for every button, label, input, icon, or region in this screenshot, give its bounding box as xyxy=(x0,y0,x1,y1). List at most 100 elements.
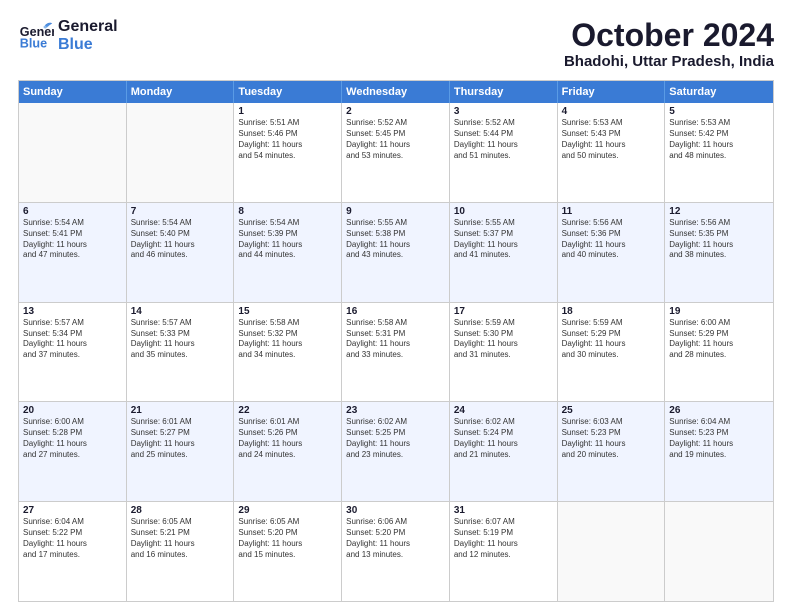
cell-info-line: and 19 minutes. xyxy=(669,450,769,461)
cal-cell: 2Sunrise: 5:52 AMSunset: 5:45 PMDaylight… xyxy=(342,103,450,202)
day-number: 14 xyxy=(131,306,230,317)
day-number: 12 xyxy=(669,206,769,217)
day-number: 5 xyxy=(669,106,769,117)
cal-header-cell-wednesday: Wednesday xyxy=(342,81,450,103)
cal-row: 1Sunrise: 5:51 AMSunset: 5:46 PMDaylight… xyxy=(19,103,773,203)
cell-info-line: Sunrise: 6:00 AM xyxy=(669,318,769,329)
cell-info-line: Sunset: 5:28 PM xyxy=(23,428,122,439)
cell-info-line: and 25 minutes. xyxy=(131,450,230,461)
cell-info-line: Sunrise: 5:57 AM xyxy=(23,318,122,329)
calendar-header: SundayMondayTuesdayWednesdayThursdayFrid… xyxy=(19,81,773,103)
cal-cell: 23Sunrise: 6:02 AMSunset: 5:25 PMDayligh… xyxy=(342,402,450,501)
cell-info-line: and 13 minutes. xyxy=(346,550,445,561)
day-number: 19 xyxy=(669,306,769,317)
cal-cell: 4Sunrise: 5:53 AMSunset: 5:43 PMDaylight… xyxy=(558,103,666,202)
cell-info-line: and 54 minutes. xyxy=(238,151,337,162)
cal-cell: 25Sunrise: 6:03 AMSunset: 5:23 PMDayligh… xyxy=(558,402,666,501)
cell-info-line: Sunrise: 5:58 AM xyxy=(346,318,445,329)
cell-info-line: Sunrise: 5:56 AM xyxy=(669,218,769,229)
day-number: 2 xyxy=(346,106,445,117)
cell-info-line: and 48 minutes. xyxy=(669,151,769,162)
cell-info-line: and 20 minutes. xyxy=(562,450,661,461)
cal-cell: 17Sunrise: 5:59 AMSunset: 5:30 PMDayligh… xyxy=(450,303,558,402)
cal-cell: 20Sunrise: 6:00 AMSunset: 5:28 PMDayligh… xyxy=(19,402,127,501)
cell-info-line: Daylight: 11 hours xyxy=(562,140,661,151)
cal-cell: 16Sunrise: 5:58 AMSunset: 5:31 PMDayligh… xyxy=(342,303,450,402)
cal-cell: 29Sunrise: 6:05 AMSunset: 5:20 PMDayligh… xyxy=(234,502,342,601)
cell-info-line: Sunrise: 6:05 AM xyxy=(238,517,337,528)
cell-info-line: Daylight: 11 hours xyxy=(131,439,230,450)
cell-info-line: and 46 minutes. xyxy=(131,250,230,261)
cal-cell: 24Sunrise: 6:02 AMSunset: 5:24 PMDayligh… xyxy=(450,402,558,501)
cell-info-line: and 51 minutes. xyxy=(454,151,553,162)
cell-info-line: Sunset: 5:36 PM xyxy=(562,229,661,240)
cell-info-line: Sunrise: 5:54 AM xyxy=(131,218,230,229)
cal-cell: 22Sunrise: 6:01 AMSunset: 5:26 PMDayligh… xyxy=(234,402,342,501)
cell-info-line: Daylight: 11 hours xyxy=(669,140,769,151)
cell-info-line: Daylight: 11 hours xyxy=(346,339,445,350)
cal-cell: 9Sunrise: 5:55 AMSunset: 5:38 PMDaylight… xyxy=(342,203,450,302)
day-number: 4 xyxy=(562,106,661,117)
cal-row: 27Sunrise: 6:04 AMSunset: 5:22 PMDayligh… xyxy=(19,502,773,601)
cell-info-line: Sunset: 5:20 PM xyxy=(346,528,445,539)
cell-info-line: Sunrise: 6:01 AM xyxy=(131,417,230,428)
day-number: 3 xyxy=(454,106,553,117)
cell-info-line: Sunset: 5:26 PM xyxy=(238,428,337,439)
cal-cell: 1Sunrise: 5:51 AMSunset: 5:46 PMDaylight… xyxy=(234,103,342,202)
day-number: 28 xyxy=(131,505,230,516)
cell-info-line: and 35 minutes. xyxy=(131,350,230,361)
cell-info-line: Daylight: 11 hours xyxy=(131,539,230,550)
cell-info-line: and 16 minutes. xyxy=(131,550,230,561)
main-title: October 2024 xyxy=(564,18,774,53)
day-number: 30 xyxy=(346,505,445,516)
logo-blue-text: Blue xyxy=(58,36,118,54)
cell-info-line: Sunset: 5:46 PM xyxy=(238,129,337,140)
cell-info-line: Daylight: 11 hours xyxy=(23,439,122,450)
cell-info-line: Daylight: 11 hours xyxy=(346,539,445,550)
cal-cell: 12Sunrise: 5:56 AMSunset: 5:35 PMDayligh… xyxy=(665,203,773,302)
title-area: October 2024 Bhadohi, Uttar Pradesh, Ind… xyxy=(564,18,774,70)
cell-info-line: and 40 minutes. xyxy=(562,250,661,261)
cell-info-line: Daylight: 11 hours xyxy=(346,439,445,450)
cal-cell: 21Sunrise: 6:01 AMSunset: 5:27 PMDayligh… xyxy=(127,402,235,501)
cell-info-line: Sunrise: 6:04 AM xyxy=(669,417,769,428)
cell-info-line: Sunset: 5:41 PM xyxy=(23,229,122,240)
day-number: 27 xyxy=(23,505,122,516)
day-number: 10 xyxy=(454,206,553,217)
day-number: 15 xyxy=(238,306,337,317)
cell-info-line: Sunrise: 5:52 AM xyxy=(454,118,553,129)
cal-cell: 26Sunrise: 6:04 AMSunset: 5:23 PMDayligh… xyxy=(665,402,773,501)
cell-info-line: Daylight: 11 hours xyxy=(669,339,769,350)
cal-cell: 30Sunrise: 6:06 AMSunset: 5:20 PMDayligh… xyxy=(342,502,450,601)
cal-cell: 31Sunrise: 6:07 AMSunset: 5:19 PMDayligh… xyxy=(450,502,558,601)
cell-info-line: Daylight: 11 hours xyxy=(454,439,553,450)
cal-cell: 6Sunrise: 5:54 AMSunset: 5:41 PMDaylight… xyxy=(19,203,127,302)
cal-header-cell-friday: Friday xyxy=(558,81,666,103)
cal-cell: 5Sunrise: 5:53 AMSunset: 5:42 PMDaylight… xyxy=(665,103,773,202)
day-number: 1 xyxy=(238,106,337,117)
day-number: 23 xyxy=(346,405,445,416)
cell-info-line: Sunset: 5:38 PM xyxy=(346,229,445,240)
cell-info-line: and 34 minutes. xyxy=(238,350,337,361)
cell-info-line: Daylight: 11 hours xyxy=(454,240,553,251)
cell-info-line: Sunset: 5:35 PM xyxy=(669,229,769,240)
cal-cell: 11Sunrise: 5:56 AMSunset: 5:36 PMDayligh… xyxy=(558,203,666,302)
cell-info-line: Sunrise: 5:53 AM xyxy=(562,118,661,129)
cell-info-line: Sunrise: 5:57 AM xyxy=(131,318,230,329)
cell-info-line: and 50 minutes. xyxy=(562,151,661,162)
cell-info-line: Daylight: 11 hours xyxy=(346,140,445,151)
cell-info-line: Sunset: 5:40 PM xyxy=(131,229,230,240)
day-number: 16 xyxy=(346,306,445,317)
cal-cell: 27Sunrise: 6:04 AMSunset: 5:22 PMDayligh… xyxy=(19,502,127,601)
cell-info-line: Daylight: 11 hours xyxy=(454,140,553,151)
cal-header-cell-saturday: Saturday xyxy=(665,81,773,103)
day-number: 24 xyxy=(454,405,553,416)
cal-cell: 8Sunrise: 5:54 AMSunset: 5:39 PMDaylight… xyxy=(234,203,342,302)
day-number: 8 xyxy=(238,206,337,217)
calendar: SundayMondayTuesdayWednesdayThursdayFrid… xyxy=(18,80,774,602)
cell-info-line: Sunset: 5:23 PM xyxy=(669,428,769,439)
cell-info-line: Sunset: 5:43 PM xyxy=(562,129,661,140)
cell-info-line: and 17 minutes. xyxy=(23,550,122,561)
cal-cell: 15Sunrise: 5:58 AMSunset: 5:32 PMDayligh… xyxy=(234,303,342,402)
cell-info-line: and 38 minutes. xyxy=(669,250,769,261)
